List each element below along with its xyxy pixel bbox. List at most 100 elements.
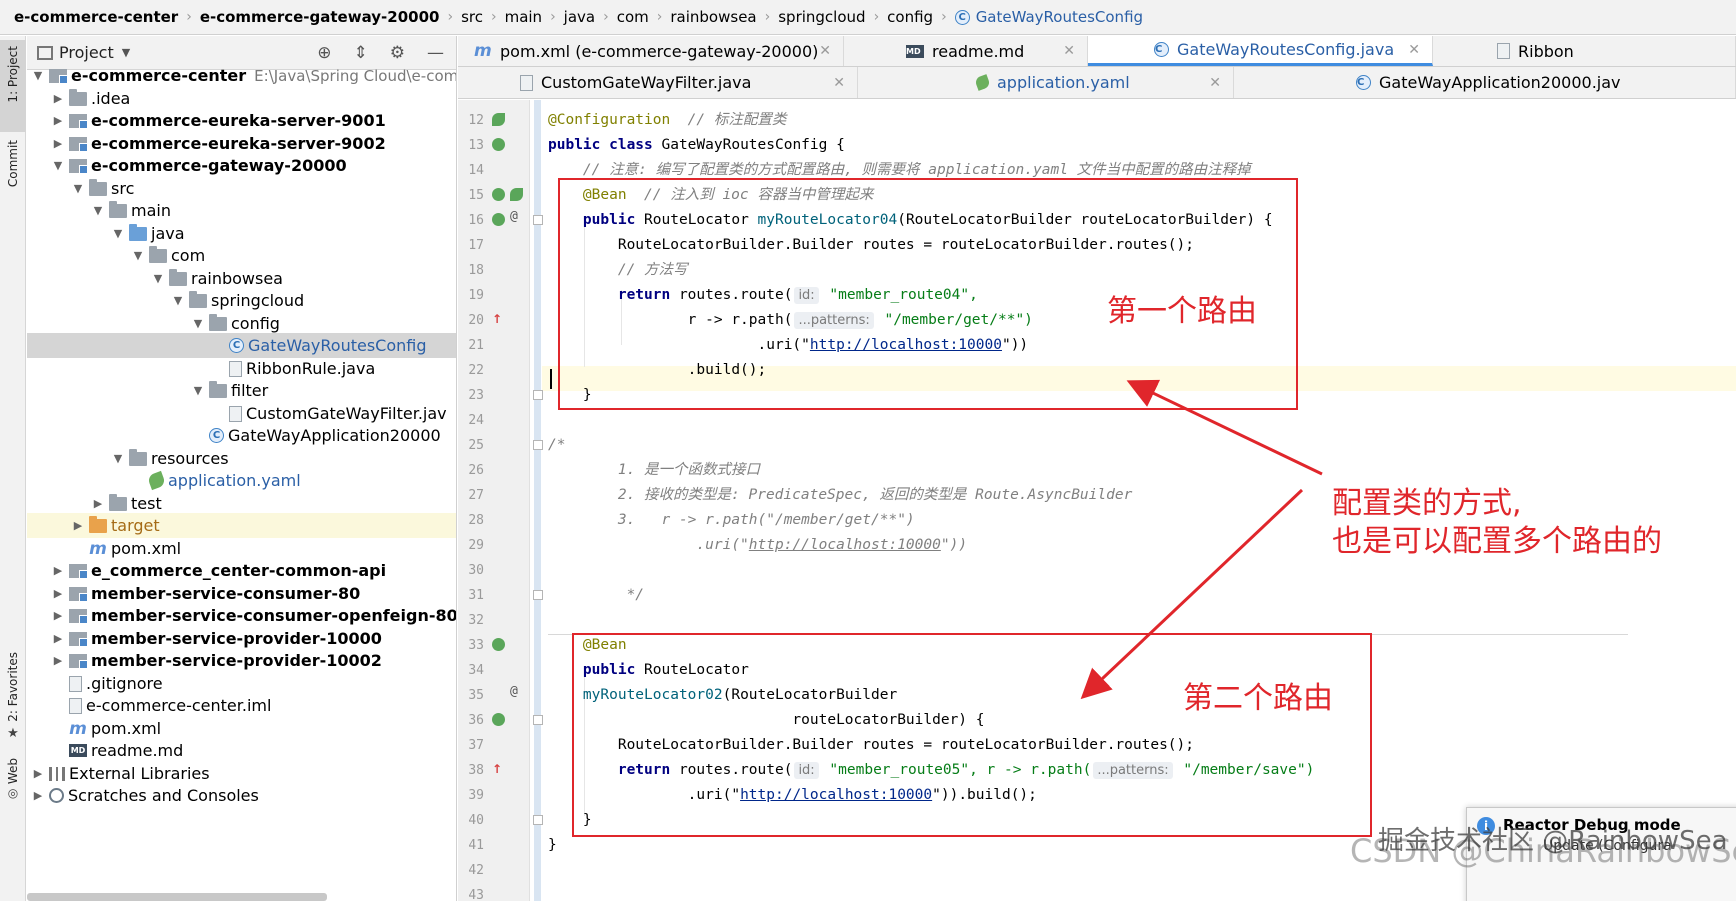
module-icon [69, 631, 88, 647]
comment-token: ")) [940, 537, 968, 553]
expand-arrow-icon[interactable]: ▼ [51, 159, 65, 172]
fold-marker[interactable] [533, 715, 543, 725]
tool-tab-commit[interactable]: Commit [0, 136, 26, 206]
breadcrumb-item[interactable]: src [461, 8, 483, 26]
close-icon[interactable]: ✕ [1408, 42, 1420, 58]
breadcrumb-item[interactable]: com [617, 8, 649, 26]
collapse-arrow-icon[interactable]: ▶ [71, 519, 85, 532]
tree-row[interactable]: C GateWayApplication20000 [27, 423, 456, 448]
minimize-icon[interactable]: — [427, 43, 444, 63]
tree-row[interactable]: ▼ com [27, 243, 456, 268]
expand-arrow-icon[interactable]: ▼ [111, 452, 125, 465]
fold-marker[interactable] [533, 215, 543, 225]
tree-row[interactable]: ▶ e_commerce_center-common-api [27, 558, 456, 583]
spring-bean-icon[interactable] [492, 638, 505, 651]
breadcrumb-item[interactable]: config [887, 8, 933, 26]
expand-arrow-icon[interactable]: ▼ [31, 69, 45, 82]
star-icon: ★ [7, 725, 19, 741]
close-icon[interactable]: ✕ [833, 75, 845, 91]
spring-bean-icon[interactable] [492, 188, 505, 201]
fold-marker[interactable] [533, 815, 543, 825]
spring-bean-icon[interactable] [492, 713, 505, 726]
collapse-arrow-icon[interactable]: ▶ [51, 564, 65, 577]
folder-icon [69, 88, 87, 106]
spring-bean-icon[interactable] [492, 213, 505, 226]
tree-row[interactable]: ▶ member-service-consumer-openfeign-80 [27, 603, 456, 628]
breadcrumb-item[interactable]: java [564, 8, 595, 26]
collapse-arrow-icon[interactable]: ▶ [51, 587, 65, 600]
collapse-arrow-icon[interactable]: ▶ [51, 609, 65, 622]
tab-gateway-application[interactable]: C GateWayApplication20000.jav [1234, 67, 1736, 98]
tree-row-selected[interactable]: C GateWayRoutesConfig [27, 333, 456, 358]
collapse-arrow-icon[interactable]: ▶ [31, 789, 45, 802]
close-icon[interactable]: ✕ [1063, 43, 1075, 59]
expand-arrow-icon[interactable]: ▼ [151, 272, 165, 285]
lambda-arrow-icon[interactable]: ↑ [492, 312, 505, 326]
breadcrumb-item[interactable]: e-commerce-center [14, 8, 178, 26]
breadcrumb-item[interactable]: springcloud [778, 8, 865, 26]
at-icon[interactable]: @ [510, 684, 523, 699]
tree-row[interactable]: ▶ member-service-provider-10002 [27, 648, 456, 673]
horizontal-scrollbar[interactable] [27, 893, 327, 901]
tree-row[interactable]: ▼ springcloud [27, 288, 456, 313]
line-number: 41 [468, 838, 484, 853]
breadcrumb-item-class[interactable]: C GateWayRoutesConfig [954, 8, 1143, 26]
collapse-arrow-icon[interactable]: ▶ [31, 767, 45, 780]
tool-tab-project[interactable]: 1: Project [0, 40, 26, 132]
tab-custom-gateway-filter[interactable]: CustomGateWayFilter.java ✕ [458, 67, 858, 98]
tree-row[interactable]: ▶ e-commerce-eureka-server-9001 [27, 108, 456, 133]
tree-row[interactable]: application.yaml [27, 468, 456, 493]
collapse-arrow-icon[interactable]: ▶ [51, 632, 65, 645]
collapse-arrow-icon[interactable]: ▶ [91, 497, 105, 510]
project-panel-title[interactable]: Project [59, 43, 114, 62]
tab-gateway-routes-config[interactable]: C GateWayRoutesConfig.java ✕ [1088, 36, 1433, 66]
collapse-arrow-icon[interactable]: ▶ [51, 654, 65, 667]
lambda-arrow-icon[interactable]: ↑ [492, 762, 505, 776]
tree-row[interactable]: MD readme.md [27, 738, 456, 763]
spring-config-icon[interactable] [492, 138, 505, 151]
collapse-arrow-icon[interactable]: ▶ [51, 114, 65, 127]
expand-arrow-icon[interactable]: ▼ [91, 204, 105, 217]
tree-row[interactable]: ▶ Scratches and Consoles [27, 783, 456, 808]
tool-tab-web[interactable]: Web ◎ [0, 754, 26, 814]
breadcrumb-item[interactable]: e-commerce-gateway-20000 [200, 8, 440, 26]
breadcrumb-item[interactable]: main [505, 8, 542, 26]
spring-bean-icon[interactable] [492, 113, 505, 126]
tree-row[interactable]: ▼ e-commerce-gateway-20000 [27, 153, 456, 178]
fold-marker[interactable] [533, 440, 543, 450]
expand-arrow-icon[interactable]: ▼ [171, 294, 185, 307]
expand-arrow-icon[interactable]: ▼ [131, 249, 145, 262]
locate-icon[interactable]: ⊕ [317, 43, 331, 63]
tab-application-yaml[interactable]: application.yaml ✕ [858, 67, 1234, 98]
line-number: 12 [468, 113, 484, 128]
tree-row[interactable]: e-commerce-center.iml [27, 693, 456, 718]
maven-icon: m [69, 718, 87, 739]
collapse-arrow-icon[interactable]: ▶ [51, 137, 65, 150]
expand-arrow-icon[interactable]: ▼ [191, 384, 205, 397]
collapse-all-icon[interactable]: ⇕ [354, 43, 368, 63]
tree-label: .idea [91, 89, 131, 108]
tree-row[interactable]: ▼ filter [27, 378, 456, 403]
at-icon[interactable]: @ [510, 209, 523, 224]
tab-pom-xml[interactable]: m pom.xml (e-commerce-gateway-20000) ✕ [458, 36, 844, 66]
expand-arrow-icon[interactable]: ▼ [111, 227, 125, 240]
tree-row[interactable]: ▶ target [27, 513, 456, 538]
chevron-down-icon[interactable]: ▼ [122, 46, 130, 59]
libraries-icon [49, 766, 65, 781]
collapse-arrow-icon[interactable]: ▶ [51, 92, 65, 105]
spring-leaf-icon[interactable] [510, 188, 523, 201]
fold-marker[interactable] [533, 590, 543, 600]
expand-arrow-icon[interactable]: ▼ [71, 182, 85, 195]
gear-icon[interactable]: ⚙ [390, 43, 405, 63]
tab-ribbon[interactable]: Ribbon [1433, 36, 1736, 66]
close-icon[interactable]: ✕ [819, 43, 831, 59]
close-icon[interactable]: ✕ [1209, 75, 1221, 91]
expand-arrow-icon[interactable]: ▼ [191, 317, 205, 330]
tab-readme[interactable]: MD readme.md ✕ [844, 36, 1088, 66]
tree-row-root[interactable]: ▼ e-commerce-center E:\Java\Spring Cloud… [27, 63, 456, 88]
fold-marker[interactable] [533, 390, 543, 400]
line-number: 19 [468, 288, 484, 303]
breadcrumb-item[interactable]: rainbowsea [670, 8, 756, 26]
tree-row[interactable]: ▼ main [27, 198, 456, 223]
tool-tab-favorites[interactable]: 2: Favorites ★ [0, 646, 26, 746]
